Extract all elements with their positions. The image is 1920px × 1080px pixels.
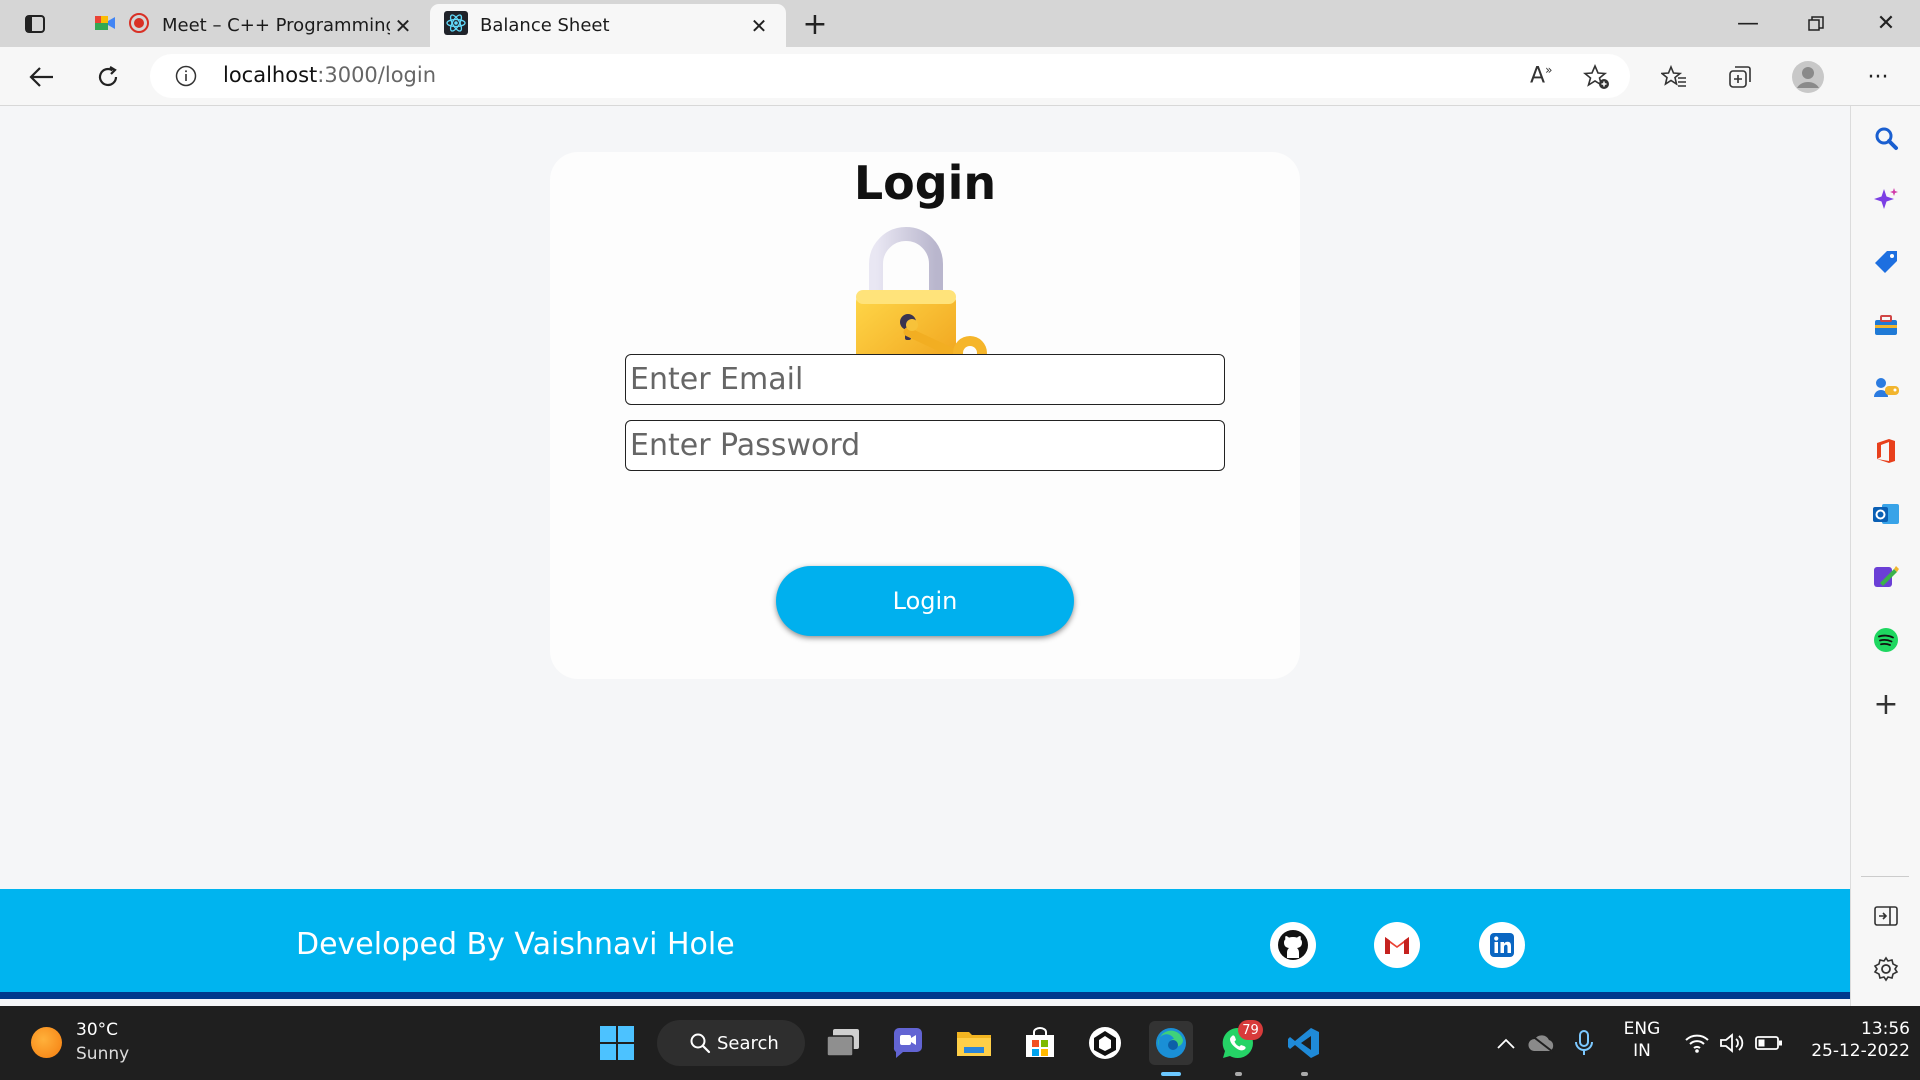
footer-credit: Developed By Vaishnavi Hole [296,927,735,962]
email-field[interactable] [625,354,1225,405]
designer-icon[interactable] [1868,559,1904,595]
tab-actions-icon[interactable] [18,8,52,40]
tools-icon[interactable] [1868,307,1904,343]
restore-icon[interactable] [1782,0,1850,47]
url-box[interactable]: localhost:3000/login A» [150,54,1630,98]
tab-bar: Meet – C++ Programming I ✕ Balance Sheet… [0,0,1920,47]
page-content: Login Login Developed By Va [0,106,1850,1006]
collections-icon[interactable] [1720,57,1760,97]
games-icon[interactable] [1868,370,1904,406]
microphone-icon[interactable] [1562,1021,1606,1065]
onedrive-icon[interactable] [1520,1021,1564,1065]
taskbar-search[interactable]: Search [657,1020,805,1066]
minimize-icon[interactable]: — [1714,0,1782,47]
tab-meet[interactable]: Meet – C++ Programming I ✕ [80,4,430,47]
vscode-open-indicator [1301,1072,1308,1076]
region-code: IN [1633,1041,1651,1061]
footer: Developed By Vaishnavi Hole [0,889,1850,999]
favorites-icon[interactable] [1654,57,1694,97]
search-icon [689,1032,711,1059]
search-icon[interactable] [1868,120,1904,156]
github-desktop-icon[interactable] [1083,1021,1127,1065]
react-icon [444,11,468,40]
github-icon[interactable] [1270,922,1316,968]
url-host: localhost [223,63,318,87]
whatsapp-open-indicator [1235,1072,1242,1076]
linkedin-icon[interactable] [1479,922,1525,968]
shopping-tag-icon[interactable] [1868,244,1904,280]
whatsapp-unread-badge: 79 [1238,1020,1263,1040]
hide-sidebar-icon[interactable] [1868,898,1904,934]
spotify-icon[interactable] [1868,622,1904,658]
close-tab-icon[interactable]: ✕ [746,13,772,39]
sidebar-divider [1861,876,1909,877]
gmail-icon[interactable] [1374,922,1420,968]
teams-chat-icon[interactable] [886,1021,930,1065]
office-icon[interactable] [1868,433,1904,469]
recording-icon [128,12,150,39]
file-explorer-icon[interactable] [952,1021,996,1065]
google-meet-icon [94,13,116,38]
tab-title: Meet – C++ Programming I [162,15,390,36]
taskbar: 30°C Sunny Search 79 ENG IN 13:56 25-12-… [0,1006,1920,1080]
more-menu-icon[interactable]: ··· [1858,57,1898,97]
add-favorite-icon[interactable] [1582,63,1611,95]
login-heading: Login [853,156,997,210]
new-tab-button[interactable]: + [797,7,833,42]
clock-date: 25-12-2022 [1811,1041,1910,1061]
weather-description[interactable]: Sunny [76,1044,129,1064]
tab-balance-sheet[interactable]: Balance Sheet ✕ [430,4,786,47]
address-bar: localhost:3000/login A» ··· [0,47,1920,106]
edge-active-indicator [1161,1072,1181,1076]
battery-icon[interactable] [1747,1021,1791,1065]
edge-browser-icon[interactable] [1149,1021,1193,1065]
url-path: :3000/login [317,63,437,87]
clock[interactable]: 13:56 25-12-2022 [1800,1019,1910,1061]
weather-temperature[interactable]: 30°C [76,1020,118,1040]
tab-title: Balance Sheet [480,15,610,36]
language-indicator[interactable]: ENG IN [1620,1019,1664,1061]
refresh-icon[interactable] [88,57,128,97]
add-sidebar-app-icon[interactable]: + [1868,686,1904,722]
settings-gear-icon[interactable] [1868,951,1904,987]
language-code: ENG [1623,1019,1661,1039]
url-text[interactable]: localhost:3000/login [223,63,436,87]
microsoft-store-icon[interactable] [1018,1021,1062,1065]
login-button[interactable]: Login [776,566,1074,636]
task-view-icon[interactable] [821,1021,865,1065]
clock-time: 13:56 [1861,1019,1910,1039]
vscode-icon[interactable] [1282,1021,1326,1065]
weather-sun-icon[interactable] [31,1027,62,1058]
profile-avatar-icon[interactable] [1788,57,1828,97]
outlook-icon[interactable] [1868,496,1904,532]
edge-sidebar: + [1850,106,1920,1006]
close-window-icon[interactable]: ✕ [1852,0,1920,47]
site-info-icon[interactable] [175,65,197,91]
read-aloud-icon[interactable]: A» [1530,63,1552,88]
login-card: Login Login [550,152,1300,679]
search-label: Search [717,1032,779,1054]
close-tab-icon[interactable]: ✕ [390,13,416,39]
back-icon[interactable] [22,57,62,97]
windows-start-icon[interactable] [595,1021,639,1065]
password-field[interactable] [625,420,1225,471]
copilot-icon[interactable] [1868,182,1904,218]
